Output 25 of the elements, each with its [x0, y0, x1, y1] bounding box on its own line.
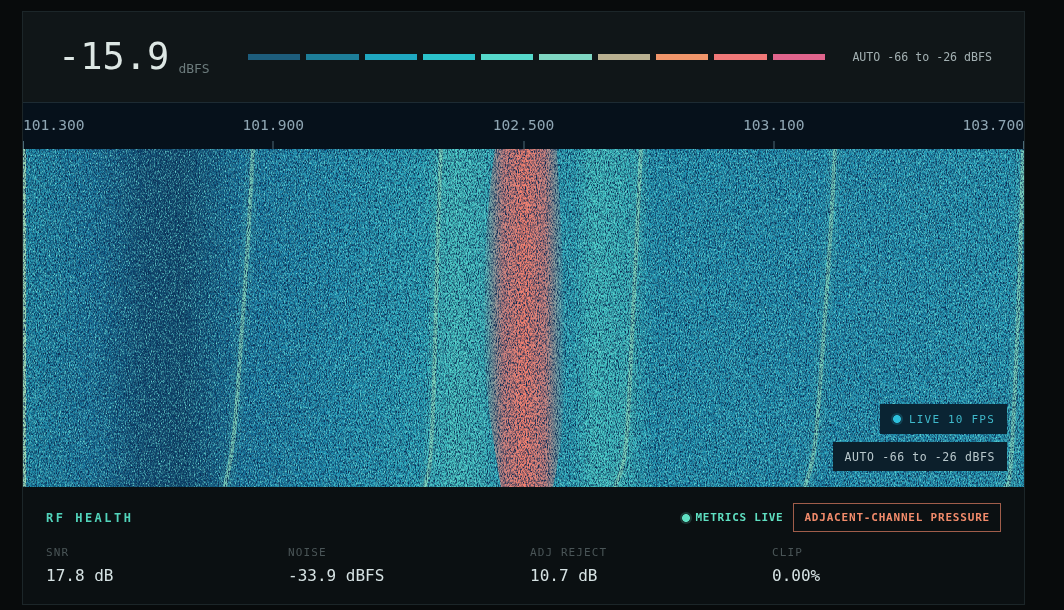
scale-range-badge: AUTO -66 to -26 dBFS: [832, 442, 1007, 471]
live-dot-icon: [679, 511, 692, 524]
metric-value: 0.00%: [772, 566, 822, 585]
live-dot-icon: [890, 413, 903, 425]
alert-tag: ADJACENT-CHANNEL PRESSURE: [793, 503, 1001, 532]
metric-label: NOISE: [288, 546, 328, 559]
metric-value: 10.7 dB: [530, 566, 599, 585]
metric-label: CLIP: [772, 546, 804, 559]
axis-tick: [1023, 141, 1024, 149]
live-rate-label: LIVE 10 FPS: [908, 412, 995, 426]
section-title: RF HEALTH: [46, 510, 134, 525]
metric-value: 17.8 dB: [46, 566, 115, 585]
frequency-label: 103.700: [962, 116, 1024, 134]
frequency-label: 101.300: [23, 116, 85, 134]
frequency-label: 103.100: [743, 116, 805, 134]
metric-label: SNR: [46, 546, 71, 559]
unit-label: dBFS: [178, 62, 210, 75]
frequency-label: 102.500: [492, 116, 555, 134]
metric-label: ADJ REJECT: [530, 546, 609, 559]
axis-tick: [23, 141, 24, 149]
metrics-status-label: METRICS LIVE: [695, 511, 784, 524]
metric-value: -33.9 dBFS: [288, 566, 386, 585]
scale-range-label: AUTO -66 to -26 dBFS: [852, 50, 992, 64]
frequency-label: 101.900: [242, 116, 304, 134]
signal-reading: -15.9: [58, 37, 170, 77]
